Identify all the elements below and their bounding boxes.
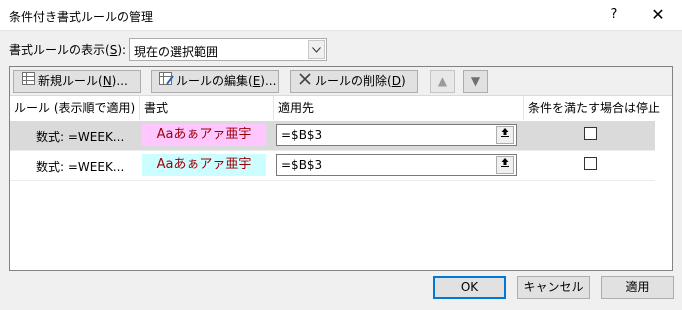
cancel-button[interactable]: キャンセル bbox=[517, 276, 590, 299]
rules-toolbar: 新規ルール(N)... ルールの編集(E)... ルールの削除(D) ▲ ▼ bbox=[10, 67, 672, 96]
column-header-applies-to: 適用先 bbox=[274, 96, 524, 120]
collapse-dialog-icon[interactable] bbox=[496, 126, 514, 144]
rule-description: 数式: =WEEK... bbox=[36, 160, 125, 174]
close-icon[interactable]: ✕ bbox=[636, 1, 680, 29]
stop-if-true-checkbox[interactable] bbox=[584, 127, 597, 140]
new-rule-button[interactable]: 新規ルール(N)... bbox=[13, 70, 141, 93]
scope-selected-value: 現在の選択範囲 bbox=[134, 45, 219, 59]
delete-rule-button[interactable]: ルールの削除(D) bbox=[290, 70, 418, 93]
scope-dropdown[interactable]: 現在の選択範囲 bbox=[129, 38, 327, 61]
column-header-format: 書式 bbox=[140, 96, 274, 120]
rules-panel: 新規ルール(N)... ルールの編集(E)... ルールの削除(D) ▲ ▼ ル… bbox=[9, 66, 673, 271]
apply-button[interactable]: 適用 bbox=[601, 276, 674, 299]
table-row[interactable]: 数式: =WEEK... Aaあぁアァ亜宇 =$B$3 bbox=[10, 151, 655, 180]
collapse-dialog-icon[interactable] bbox=[496, 156, 514, 174]
title-bar: 条件付き書式ルールの管理 ? ✕ bbox=[0, 0, 682, 31]
arrow-down-icon[interactable]: ▼ bbox=[463, 70, 488, 93]
scope-label: 書式ルールの表示(S): bbox=[9, 43, 127, 57]
rule-description: 数式: =WEEK... bbox=[36, 130, 125, 144]
edit-rule-button[interactable]: ルールの編集(E)... bbox=[151, 70, 279, 93]
stop-if-true-checkbox[interactable] bbox=[584, 157, 597, 170]
row-divider bbox=[10, 180, 655, 181]
applies-to-field[interactable]: =$B$3 bbox=[276, 124, 517, 146]
table-row[interactable]: 数式: =WEEK... Aaあぁアァ亜宇 =$B$3 bbox=[10, 121, 655, 150]
format-preview: Aaあぁアァ亜宇 bbox=[142, 124, 266, 146]
help-icon[interactable]: ? bbox=[592, 1, 636, 29]
applies-to-value: =$B$3 bbox=[281, 128, 323, 142]
format-preview: Aaあぁアァ亜宇 bbox=[142, 154, 266, 176]
delete-x-icon bbox=[297, 71, 313, 92]
column-header-rule: ルール (表示順で適用) bbox=[10, 96, 140, 120]
applies-to-value: =$B$3 bbox=[281, 158, 323, 172]
edit-rule-icon bbox=[158, 71, 174, 92]
arrow-up-icon[interactable]: ▲ bbox=[430, 70, 455, 93]
new-rule-icon bbox=[20, 71, 36, 92]
column-header-stop-if-true: 条件を満たす場合は停止 bbox=[524, 96, 672, 120]
chevron-down-icon[interactable] bbox=[308, 40, 325, 59]
applies-to-field[interactable]: =$B$3 bbox=[276, 154, 517, 176]
ok-button[interactable]: OK bbox=[433, 276, 506, 299]
window-title: 条件付き書式ルールの管理 bbox=[9, 10, 154, 24]
